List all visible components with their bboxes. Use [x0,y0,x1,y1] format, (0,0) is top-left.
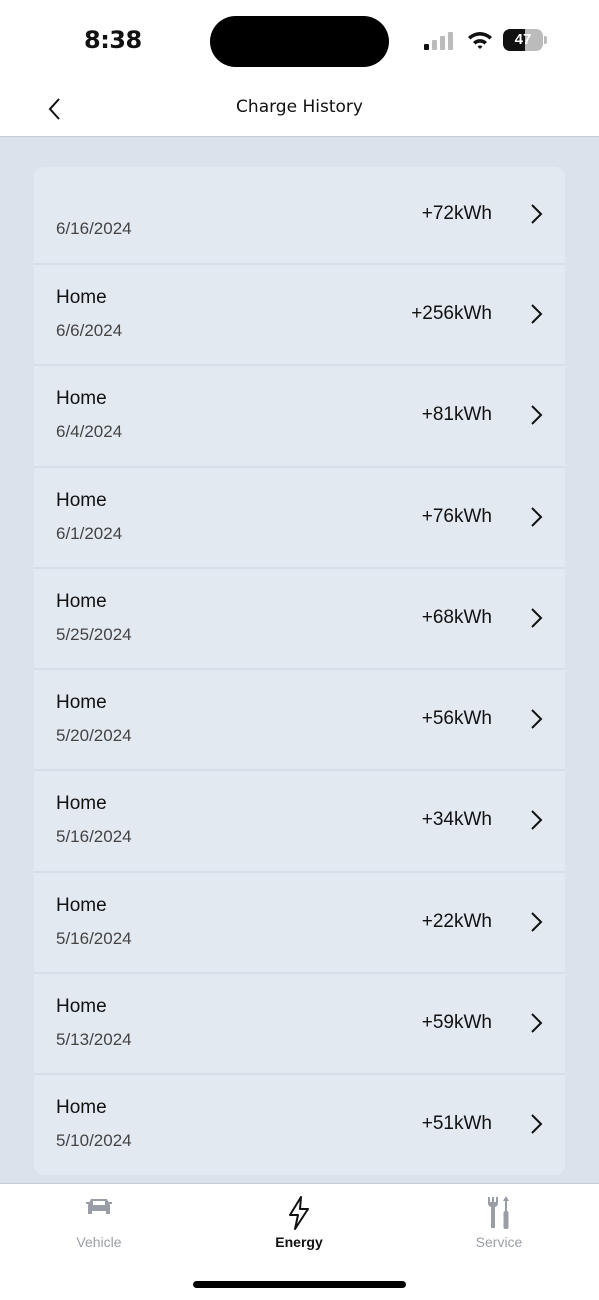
charge-history-list-container[interactable]: 6/16/2024 +72kWh Home 6/6/2024 +256kWh H… [0,137,599,1184]
nav-header: Charge History [0,80,599,137]
session-energy: +22kWh [421,910,492,932]
charge-session-row[interactable]: Home 5/10/2024 +51kWh [34,1073,565,1174]
session-location: Home [56,489,107,511]
session-energy: +68kWh [421,606,492,628]
charge-session-row[interactable]: Home 5/16/2024 +34kWh [34,769,565,870]
session-location: Home [56,590,107,612]
session-date: 6/6/2024 [56,321,123,340]
session-date: 6/16/2024 [56,219,132,238]
charge-session-row[interactable]: Home 5/20/2024 +56kWh [34,668,565,769]
tab-label: Energy [275,1234,323,1250]
session-location: Home [56,692,107,714]
chevron-right-icon [531,204,543,224]
battery-icon: 47 [503,29,547,51]
tab-label: Service [475,1234,523,1250]
page-title: Charge History [236,97,363,117]
session-energy: +256kWh [411,303,492,324]
charge-session-row[interactable]: 6/16/2024 +72kWh [34,167,565,263]
chevron-right-icon [531,304,543,324]
chevron-right-icon [531,1114,543,1135]
session-date: 5/16/2024 [56,827,132,847]
dynamic-island [210,16,389,67]
status-time: 8:38 [84,26,142,54]
tab-vehicle[interactable]: Vehicle [29,1192,169,1262]
session-energy: +51kWh [421,1113,492,1135]
lightning-icon [289,1196,309,1230]
charge-session-row[interactable]: Home 5/13/2024 +59kWh [34,972,565,1073]
session-date: 5/13/2024 [56,1030,132,1050]
charge-session-row[interactable]: Home 5/16/2024 +22kWh [34,870,565,972]
session-location: Home [56,1097,107,1119]
charge-session-row[interactable]: Home 6/1/2024 +76kWh [34,465,565,567]
chevron-right-icon [531,709,543,729]
session-energy: +81kWh [421,404,492,426]
session-location: Home [56,894,107,916]
session-energy: +72kWh [421,203,492,224]
session-date: 5/10/2024 [56,1131,132,1151]
session-location: Home [56,287,107,308]
car-icon [86,1199,112,1214]
session-energy: +59kWh [421,1012,492,1034]
session-location: Home [56,793,107,815]
charge-session-row[interactable]: Home 5/25/2024 +68kWh [34,566,565,668]
chevron-right-icon [531,810,543,831]
chevron-right-icon [531,506,543,527]
session-energy: +76kWh [421,505,492,527]
session-energy: +56kWh [421,708,492,730]
chevron-right-icon [531,912,543,932]
session-date: 6/1/2024 [56,523,123,543]
tab-energy[interactable]: Energy [229,1192,369,1262]
session-date: 6/4/2024 [56,422,123,442]
session-energy: +34kWh [421,809,492,831]
chevron-right-icon [531,1013,543,1033]
status-bar: 8:38 47 [0,0,599,80]
tools-icon [487,1196,509,1229]
charge-session-row[interactable]: Home 6/4/2024 +81kWh [34,364,565,465]
tab-service[interactable]: Service [429,1192,569,1262]
session-date: 5/16/2024 [56,928,132,948]
chevron-right-icon [531,405,543,426]
chevron-right-icon [531,608,543,628]
wifi-icon [468,32,492,49]
home-indicator[interactable] [193,1281,406,1288]
session-date: 5/20/2024 [56,726,132,746]
charge-history-list: 6/16/2024 +72kWh Home 6/6/2024 +256kWh H… [34,167,565,1175]
charge-session-row[interactable]: Home 6/6/2024 +256kWh [34,263,565,364]
session-location: Home [56,388,107,410]
session-location: Home [56,996,107,1018]
session-date: 5/25/2024 [56,624,132,644]
tab-label: Vehicle [76,1234,122,1250]
signal-icon [424,32,453,50]
